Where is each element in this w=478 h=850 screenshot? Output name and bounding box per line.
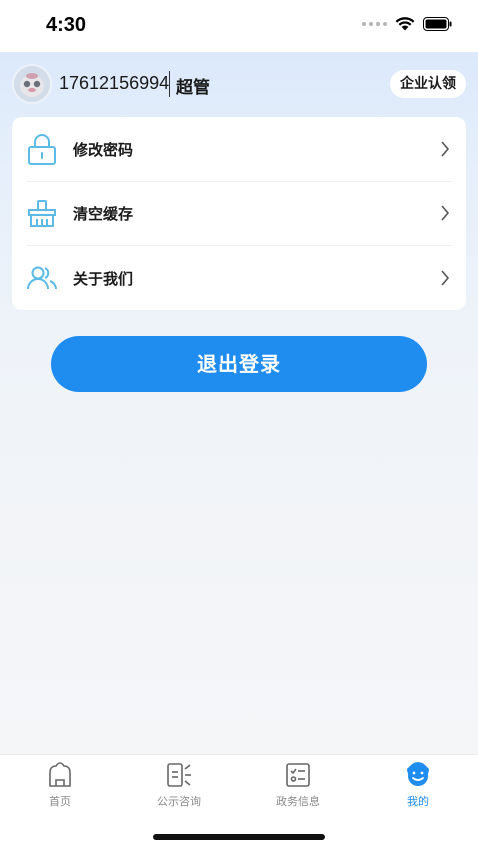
logout-button[interactable]: 退出登录 [51, 336, 427, 392]
chevron-right-icon [441, 270, 450, 286]
enterprise-claim-button[interactable]: 企业认领 [390, 70, 466, 98]
avatar-image [14, 66, 50, 102]
tab-label: 我的 [407, 795, 429, 808]
cellular-signal-icon [362, 21, 387, 26]
tab-mine[interactable]: 我的 [378, 761, 458, 811]
users-icon [27, 266, 57, 290]
menu-item-label: 关于我们 [73, 270, 134, 288]
broom-icon [28, 200, 56, 227]
checklist-icon [286, 763, 310, 787]
wifi-icon [395, 17, 415, 31]
tab-label: 政务信息 [276, 795, 320, 808]
tab-home[interactable]: 首页 [20, 761, 100, 811]
menu-item-clear-cache[interactable]: 清空缓存 [12, 181, 466, 245]
notice-icon [167, 763, 191, 787]
home-indicator [153, 834, 325, 840]
status-bar: 4:30 [0, 0, 478, 52]
menu-item-label: 修改密码 [73, 141, 134, 159]
chevron-right-icon [441, 141, 450, 157]
status-time: 4:30 [46, 14, 87, 36]
tab-government-info[interactable]: 政务信息 [258, 761, 338, 811]
role-divider [169, 71, 170, 97]
avatar[interactable] [12, 64, 52, 104]
user-role: 超管 [176, 78, 210, 98]
tab-label: 公示咨询 [157, 795, 201, 808]
status-icons [362, 16, 452, 31]
chevron-right-icon [441, 205, 450, 221]
lock-icon [28, 134, 56, 165]
tab-label: 首页 [49, 795, 71, 808]
menu-item-label: 清空缓存 [73, 205, 134, 223]
user-phone: 17612156994 [59, 73, 170, 93]
tab-public-notice[interactable]: 公示咨询 [139, 761, 219, 811]
menu-item-about-us[interactable]: 关于我们 [12, 246, 466, 310]
battery-icon [423, 16, 452, 31]
menu-item-change-password[interactable]: 修改密码 [12, 117, 466, 181]
profile-row: 17612156994 超管 企业认领 [12, 64, 466, 104]
profile-icon [407, 762, 429, 786]
home-icon [49, 762, 71, 787]
settings-menu-card: 修改密码 清空缓存 关于我们 [12, 117, 466, 310]
